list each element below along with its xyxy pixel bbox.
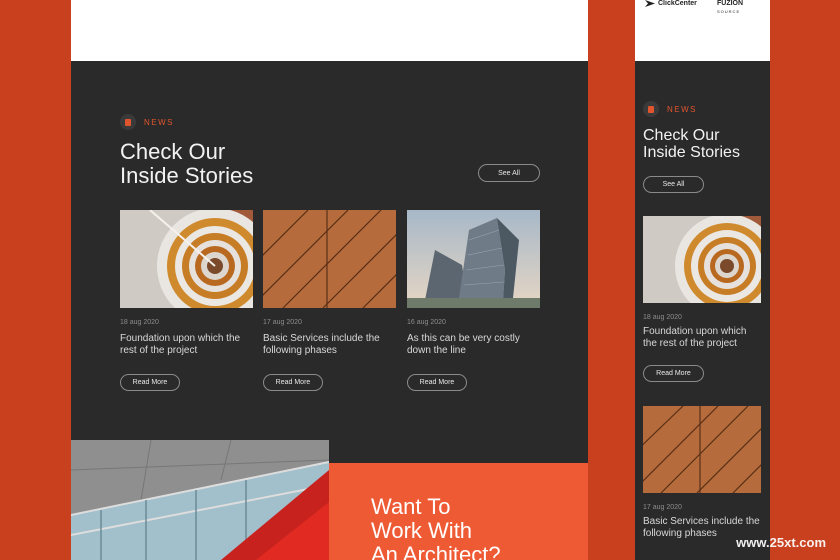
mobile-section-title: Check Our Inside Stories [643,127,740,162]
mobile-section-tag: NEWS [643,101,697,117]
cta-section: Want To Work With An Architect? [329,463,588,560]
card-image-angular-building[interactable] [407,210,540,308]
card-image-spiral-staircase[interactable] [643,216,761,303]
card-date: 17 aug 2020 [263,319,302,326]
card-title[interactable]: Foundation upon which the rest of the pr… [120,333,253,359]
card-date: 16 aug 2020 [407,319,446,326]
card-title[interactable]: As this can be very costly down the line [407,333,540,359]
mobile-layout: ClickCenter FUZION SOURCE NEWS Check Our… [635,0,770,560]
section-title: Check Our Inside Stories [120,139,254,188]
news-card[interactable]: 17 aug 2020 Basic Services include the f… [263,210,396,391]
mobile-see-all-button[interactable]: See All [643,176,704,193]
card-date: 18 aug 2020 [643,314,682,321]
card-image-spiral-staircase[interactable] [120,210,253,308]
card-title[interactable]: Foundation upon which the rest of the pr… [643,326,761,350]
read-more-button[interactable]: Read More [263,374,323,391]
mobile-news-card[interactable]: 17 aug 2020 Basic Services include the f… [643,406,761,540]
card-title[interactable]: Basic Services include the following pha… [263,333,396,359]
watermark: www.25xt.com [736,535,826,550]
card-date: 18 aug 2020 [120,319,159,326]
card-image-copper-facade[interactable] [263,210,396,308]
read-more-button[interactable]: Read More [120,374,180,391]
document-icon [643,101,659,117]
section-tag: NEWS [120,114,174,130]
read-more-button[interactable]: Read More [643,365,704,382]
card-image-copper-facade[interactable] [643,406,761,493]
desktop-layout: NEWS Check Our Inside Stories See All 18… [71,0,588,560]
read-more-button[interactable]: Read More [407,374,467,391]
mobile-logo-strip: ClickCenter FUZION SOURCE [635,0,770,61]
cta-title: Want To Work With An Architect? [371,494,501,560]
clickcenter-logo-icon [645,0,655,7]
logo-fuzion: FUZION SOURCE [717,0,744,14]
desktop-header-area [71,0,588,61]
document-icon [120,114,136,130]
card-date: 17 aug 2020 [643,504,682,511]
logo-clickcenter: ClickCenter [645,0,697,7]
news-card[interactable]: 18 aug 2020 Foundation upon which the re… [120,210,253,391]
mobile-news-card[interactable]: 18 aug 2020 Foundation upon which the re… [643,216,761,382]
news-card[interactable]: 16 aug 2020 As this can be very costly d… [407,210,540,391]
cta-photo-facade [71,440,329,560]
see-all-button[interactable]: See All [478,164,540,182]
